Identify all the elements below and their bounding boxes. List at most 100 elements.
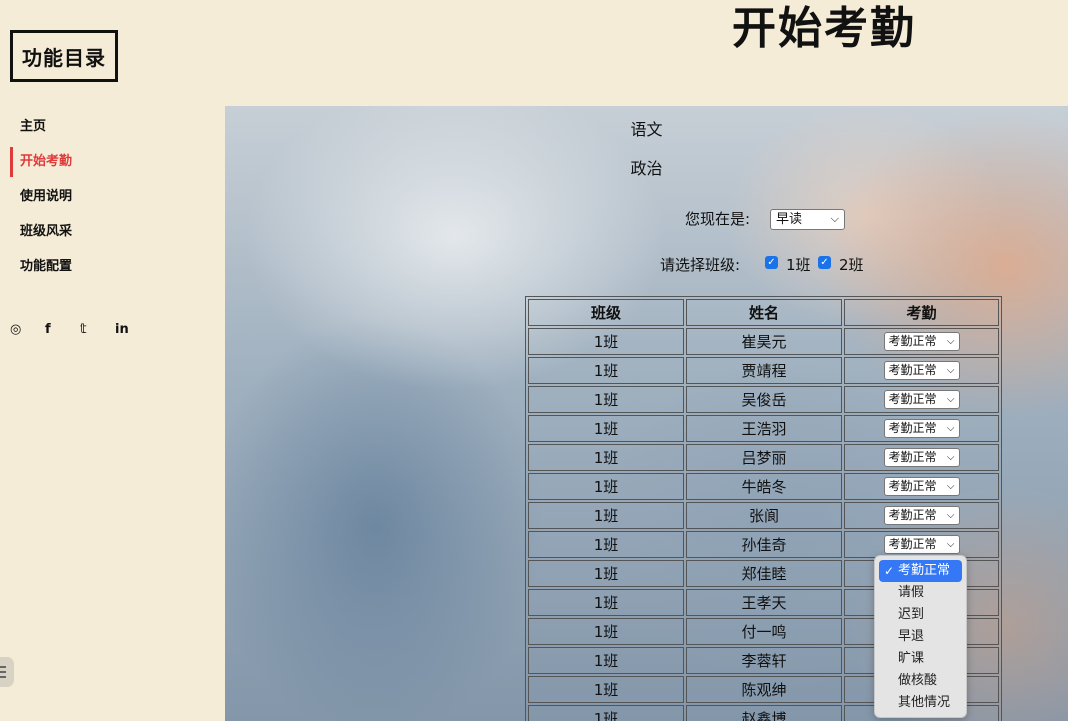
subject-label: 政治 (630, 159, 663, 178)
class-1-label: 1班 (786, 256, 811, 274)
chevron-down-icon: ⌵ (946, 423, 955, 434)
linkedin-icon[interactable]: in (114, 322, 149, 337)
sidebar-nav: 主页 开始考勤 使用说明 班级风采 功能配置 (0, 112, 225, 287)
dropdown-option-label: 其他情况 (898, 695, 951, 710)
attendance-select[interactable]: 考勤正常 ⌵ (883, 448, 960, 467)
sidebar-item-start-attendance[interactable]: 开始考勤 (0, 147, 225, 182)
chevron-down-icon: ⌵ (946, 336, 955, 347)
cell-name: 张阆 (686, 502, 842, 529)
sidebar-toggle-handle[interactable] (0, 657, 14, 687)
class-2-label: 2班 (839, 256, 864, 274)
attendance-select-value: 考勤正常 (888, 508, 937, 522)
dropdown-option-label: 旷课 (898, 651, 925, 666)
cell-name: 贾靖程 (686, 357, 842, 384)
cell-name: 孙佳奇 (686, 531, 842, 558)
cell-name: 吕梦丽 (686, 444, 842, 471)
handle-line (0, 671, 6, 673)
attendance-select[interactable]: 考勤正常 ⌵ (883, 535, 960, 554)
cell-attendance: 考勤正常 ⌵ (844, 328, 999, 355)
cell-attendance: 考勤正常 ⌵ (844, 386, 999, 413)
chevron-down-icon: ⌵ (946, 510, 955, 521)
cell-name: 郑佳睦 (686, 560, 842, 587)
dropdown-option[interactable]: 旷课 (879, 648, 962, 670)
chevron-down-icon: ⌵ (946, 452, 955, 463)
dropdown-option[interactable]: 其他情况 (879, 692, 962, 714)
cell-class: 1班 (528, 502, 684, 529)
cell-name: 崔昊元 (686, 328, 842, 355)
subject-label: 语文 (630, 120, 663, 139)
page-title: 开始考勤 (732, 3, 916, 54)
chevron-down-icon: ⌵ (946, 394, 955, 405)
chevron-down-icon: ⌵ (830, 212, 839, 225)
attendance-select-value: 考勤正常 (888, 450, 937, 464)
table-row: 1班 牛皓冬 考勤正常 ⌵ (528, 473, 999, 500)
attendance-select-value: 考勤正常 (888, 392, 937, 406)
cell-attendance: 考勤正常 ⌵ (844, 444, 999, 471)
cell-name: 付一鸣 (686, 618, 842, 645)
cell-name: 牛皓冬 (686, 473, 842, 500)
chevron-down-icon: ⌵ (946, 539, 955, 550)
table-row: 1班 王浩羽 考勤正常 ⌵ (528, 415, 999, 442)
sidebar-item-instructions[interactable]: 使用说明 (0, 182, 225, 217)
attendance-select[interactable]: 考勤正常 ⌵ (883, 506, 960, 525)
period-select[interactable]: 早读 ⌵ (770, 209, 845, 230)
attendance-select[interactable]: 考勤正常 ⌵ (883, 390, 960, 409)
cell-class: 1班 (528, 415, 684, 442)
attendance-select[interactable]: 考勤正常 ⌵ (883, 361, 960, 380)
cell-class: 1班 (528, 589, 684, 616)
class-2-checkbox[interactable]: ✓ (818, 256, 831, 269)
column-header-attendance: 考勤 (844, 299, 999, 326)
attendance-select-value: 考勤正常 (888, 537, 937, 551)
attendance-select-value: 考勤正常 (888, 334, 937, 348)
dropdown-option-label: 早退 (898, 629, 925, 644)
table-row: 1班 吴俊岳 考勤正常 ⌵ (528, 386, 999, 413)
instagram-icon[interactable]: ◎ (9, 322, 44, 337)
dropdown-option[interactable]: 迟到 (879, 604, 962, 626)
attendance-select[interactable]: 考勤正常 ⌵ (883, 419, 960, 438)
table-header-row: 班级 姓名 考勤 (528, 299, 999, 326)
dropdown-option-label: 考勤正常 (898, 563, 951, 578)
dropdown-option[interactable]: 请假 (879, 582, 962, 604)
period-select-value: 早读 (776, 212, 803, 227)
handle-line (0, 666, 6, 668)
dropdown-option-label: 迟到 (898, 607, 925, 622)
cell-name: 李蓉轩 (686, 647, 842, 674)
cell-attendance: 考勤正常 ⌵ (844, 415, 999, 442)
table-row: 1班 孙佳奇 考勤正常 ⌵ (528, 531, 999, 558)
dropdown-option[interactable]: 早退 (879, 626, 962, 648)
sidebar-item-class-gallery[interactable]: 班级风采 (0, 217, 225, 252)
sidebar-item-home[interactable]: 主页 (0, 112, 225, 147)
facebook-icon[interactable]: f (44, 322, 79, 337)
handle-line (0, 676, 6, 678)
cell-name: 陈观绅 (686, 676, 842, 703)
cell-name: 王浩羽 (686, 415, 842, 442)
table-row: 1班 崔昊元 考勤正常 ⌵ (528, 328, 999, 355)
chevron-down-icon: ⌵ (946, 481, 955, 492)
attendance-select-value: 考勤正常 (888, 421, 937, 435)
sidebar-item-settings[interactable]: 功能配置 (0, 252, 225, 287)
attendance-select-value: 考勤正常 (888, 363, 937, 377)
cell-class: 1班 (528, 473, 684, 500)
cell-class: 1班 (528, 531, 684, 558)
dropdown-option[interactable]: ✓ 考勤正常 (879, 560, 962, 582)
cell-name: 赵鑫博 (686, 705, 842, 721)
cell-class: 1班 (528, 328, 684, 355)
attendance-select[interactable]: 考勤正常 ⌵ (883, 477, 960, 496)
cell-attendance: 考勤正常 ⌵ (844, 473, 999, 500)
social-links: ◎ f 𝕥 in (9, 322, 149, 337)
cell-class: 1班 (528, 386, 684, 413)
dropdown-option[interactable]: 做核酸 (879, 670, 962, 692)
cell-attendance: 考勤正常 ⌵ (844, 502, 999, 529)
period-label: 您现在是: (685, 210, 751, 228)
cell-class: 1班 (528, 705, 684, 721)
cell-attendance: 考勤正常 ⌵ (844, 357, 999, 384)
attendance-dropdown-menu: ✓ 考勤正常 请假迟到早退旷课做核酸其他情况 (874, 555, 967, 718)
twitter-icon[interactable]: 𝕥 (79, 322, 114, 337)
sidebar-logo: 功能目录 (10, 30, 118, 82)
cell-class: 1班 (528, 647, 684, 674)
chevron-down-icon: ⌵ (946, 365, 955, 376)
column-header-class: 班级 (528, 299, 684, 326)
attendance-select[interactable]: 考勤正常 ⌵ (883, 332, 960, 351)
class-1-checkbox[interactable]: ✓ (765, 256, 778, 269)
table-row: 1班 贾靖程 考勤正常 ⌵ (528, 357, 999, 384)
